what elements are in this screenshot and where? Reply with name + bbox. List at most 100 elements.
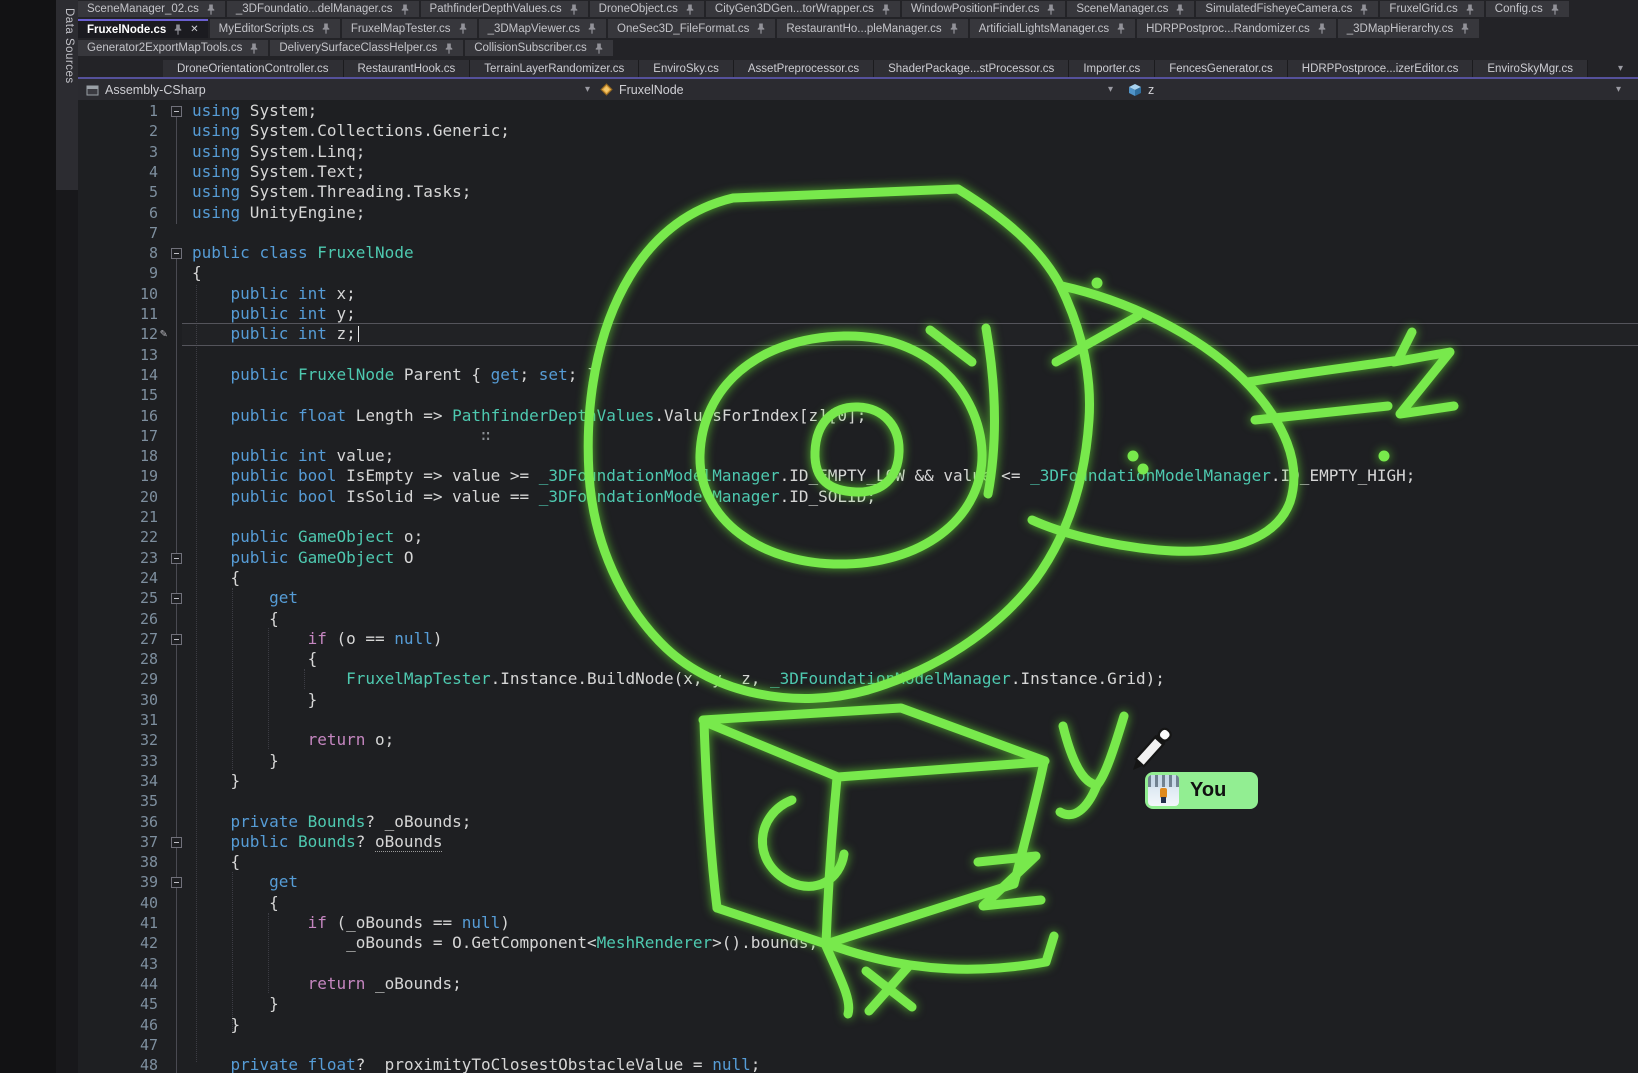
pin-icon[interactable] (1046, 4, 1056, 15)
pin-icon[interactable] (1465, 4, 1475, 15)
tab-EnviroSky.cs[interactable]: EnviroSky.cs (639, 60, 734, 77)
tab-PathfinderDepthValues.cs[interactable]: PathfinderDepthValues.cs (421, 1, 588, 17)
navbar-overflow-chevron-icon[interactable]: ▾ (1616, 84, 1621, 95)
code-line-19[interactable]: 19 public bool IsEmpty => value >= _3DFo… (78, 466, 1638, 486)
code-line-32[interactable]: 32 return o; (78, 730, 1638, 750)
type-dropdown-chevron-icon[interactable]: ▾ (1108, 84, 1113, 95)
code-line-18[interactable]: 18 public int value; (78, 446, 1638, 466)
code-line-29[interactable]: 29 FruxelMapTester.Instance.BuildNode(x,… (78, 669, 1638, 689)
close-tab-icon[interactable]: ✕ (190, 24, 198, 35)
code-line-40[interactable]: 40 { (78, 893, 1638, 913)
tab-SceneManager_02.cs[interactable]: SceneManager_02.cs (78, 1, 225, 17)
tab-DeliverySurfaceClassHelper.cs[interactable]: DeliverySurfaceClassHelper.cs (270, 40, 463, 56)
code-line-28[interactable]: 28 { (78, 649, 1638, 669)
pin-icon[interactable] (206, 4, 216, 15)
code-line-43[interactable]: 43 (78, 954, 1638, 974)
code-line-23[interactable]: 23 public GameObject O (78, 548, 1638, 568)
code-line-4[interactable]: 4using System.Text; (78, 162, 1638, 182)
code-line-44[interactable]: 44 return _oBounds; (78, 974, 1638, 994)
pin-icon[interactable] (444, 43, 454, 54)
code-line-31[interactable]: 31 (78, 710, 1638, 730)
tab-Generator2ExportMapTools.cs[interactable]: Generator2ExportMapTools.cs (78, 40, 268, 56)
pin-icon[interactable] (1460, 23, 1470, 34)
tab-WindowPositionFinder.cs[interactable]: WindowPositionFinder.cs (902, 1, 1065, 17)
code-line-1[interactable]: 1using System; (78, 101, 1638, 121)
tab-SimulatedFisheyeCamera.cs[interactable]: SimulatedFisheyeCamera.cs (1196, 1, 1378, 17)
pin-icon[interactable] (400, 4, 410, 15)
code-line-13[interactable]: 13 (78, 345, 1638, 365)
code-line-8[interactable]: 8public class FruxelNode (78, 243, 1638, 263)
project-dropdown[interactable]: Assembly-CSharp (86, 79, 206, 100)
pin-icon[interactable] (249, 43, 259, 54)
tab-EnviroSkyMgr.cs[interactable]: EnviroSkyMgr.cs (1473, 60, 1588, 77)
pin-icon[interactable] (881, 4, 891, 15)
tab-AssetPreprocessor.cs[interactable]: AssetPreprocessor.cs (734, 60, 874, 77)
code-line-11[interactable]: 11 public int y; (78, 304, 1638, 324)
tab-ArtificialLightsManager.cs[interactable]: ArtificialLightsManager.cs (970, 19, 1135, 38)
code-line-24[interactable]: 24 { (78, 568, 1638, 588)
code-lines[interactable]: 1using System;2using System.Collections.… (78, 100, 1638, 1073)
tab-SceneManager.cs[interactable]: SceneManager.cs (1067, 1, 1194, 17)
tab-Importer.cs[interactable]: Importer.cs (1069, 60, 1155, 77)
code-line-33[interactable]: 33 } (78, 751, 1638, 771)
tab-Config.cs[interactable]: Config.cs (1486, 1, 1569, 17)
code-line-22[interactable]: 22 public GameObject o; (78, 527, 1638, 547)
tab-ShaderPackage...stProcessor.cs[interactable]: ShaderPackage...stProcessor.cs (874, 60, 1069, 77)
pin-icon[interactable] (587, 23, 597, 34)
code-line-47[interactable]: 47 (78, 1035, 1638, 1055)
tab-HDRPPostproce...izerEditor.cs[interactable]: HDRPPostproce...izerEditor.cs (1288, 60, 1474, 77)
code-line-46[interactable]: 46 } (78, 1015, 1638, 1035)
pin-icon[interactable] (1116, 23, 1126, 34)
tab-_3DFoundatio...delManager.cs[interactable]: _3DFoundatio...delManager.cs (227, 1, 419, 17)
code-line-20[interactable]: 20 public bool IsSolid => value == _3DFo… (78, 487, 1638, 507)
tab-FencesGenerator.cs[interactable]: FencesGenerator.cs (1155, 60, 1288, 77)
pin-icon[interactable] (949, 23, 959, 34)
tab-OneSec3D_FileFormat.cs[interactable]: OneSec3D_FileFormat.cs (608, 19, 775, 38)
code-line-38[interactable]: 38 { (78, 852, 1638, 872)
pin-icon[interactable] (685, 4, 695, 15)
code-line-12[interactable]: 12 public int z; (78, 324, 1638, 344)
code-line-5[interactable]: 5using System.Threading.Tasks; (78, 182, 1638, 202)
code-line-7[interactable]: 7 (78, 223, 1638, 243)
code-line-39[interactable]: 39 get (78, 872, 1638, 892)
code-line-48[interactable]: 48 private float? _proximityToClosestObs… (78, 1055, 1638, 1073)
code-line-34[interactable]: 34 } (78, 771, 1638, 791)
tab-_3DMapViewer.cs[interactable]: _3DMapViewer.cs (479, 19, 606, 38)
pin-icon[interactable] (458, 23, 468, 34)
tab-DroneObject.cs[interactable]: DroneObject.cs (590, 1, 704, 17)
tab-CollisionSubscriber.cs[interactable]: CollisionSubscriber.cs (465, 40, 613, 56)
tab-HDRPPostproc...Randomizer.cs[interactable]: HDRPPostproc...Randomizer.cs (1137, 19, 1336, 38)
pin-icon[interactable] (756, 23, 766, 34)
code-line-37[interactable]: 37 public Bounds? oBounds (78, 832, 1638, 852)
tab-FruxelMapTester.cs[interactable]: FruxelMapTester.cs (342, 19, 477, 38)
tab-MyEditorScripts.cs[interactable]: MyEditorScripts.cs (210, 19, 340, 38)
code-line-6[interactable]: 6using UnityEngine; (78, 203, 1638, 223)
pin-icon[interactable] (1359, 4, 1369, 15)
member-dropdown[interactable]: z (1128, 79, 1154, 100)
code-line-9[interactable]: 9{ (78, 263, 1638, 283)
tab-RestaurantHo...pleManager.cs[interactable]: RestaurantHo...pleManager.cs (777, 19, 967, 38)
pin-icon[interactable] (173, 24, 183, 35)
tab-TerrainLayerRandomizer.cs[interactable]: TerrainLayerRandomizer.cs (470, 60, 639, 77)
pin-icon[interactable] (1175, 4, 1185, 15)
code-line-25[interactable]: 25 get (78, 588, 1638, 608)
code-line-14[interactable]: 14 public FruxelNode Parent { get; set; … (78, 365, 1638, 385)
code-line-41[interactable]: 41 if (_oBounds == null) (78, 913, 1638, 933)
code-line-30[interactable]: 30 } (78, 690, 1638, 710)
code-line-2[interactable]: 2using System.Collections.Generic; (78, 121, 1638, 141)
code-line-15[interactable]: 15 (78, 385, 1638, 405)
code-line-45[interactable]: 45 } (78, 994, 1638, 1014)
pin-icon[interactable] (321, 23, 331, 34)
tab-FruxelNode.cs[interactable]: FruxelNode.cs✕ (78, 19, 208, 38)
tab-overflow-chevron-icon[interactable]: ▾ (1618, 63, 1623, 74)
code-line-16[interactable]: 16 public float Length => PathfinderDept… (78, 406, 1638, 426)
type-dropdown[interactable]: FruxelNode (600, 79, 684, 100)
code-line-42[interactable]: 42 _oBounds = O.GetComponent<MeshRendere… (78, 933, 1638, 953)
code-line-3[interactable]: 3using System.Linq; (78, 142, 1638, 162)
pin-icon[interactable] (594, 43, 604, 54)
code-line-35[interactable]: 35 (78, 791, 1638, 811)
tab-FruxelGrid.cs[interactable]: FruxelGrid.cs (1380, 1, 1483, 17)
tab-_3DMapHierarchy.cs[interactable]: _3DMapHierarchy.cs (1338, 19, 1480, 38)
tab-CityGen3DGen...torWrapper.cs[interactable]: CityGen3DGen...torWrapper.cs (706, 1, 900, 17)
code-editor[interactable]: ✎ 1using System;2using System.Collection… (78, 100, 1638, 1073)
